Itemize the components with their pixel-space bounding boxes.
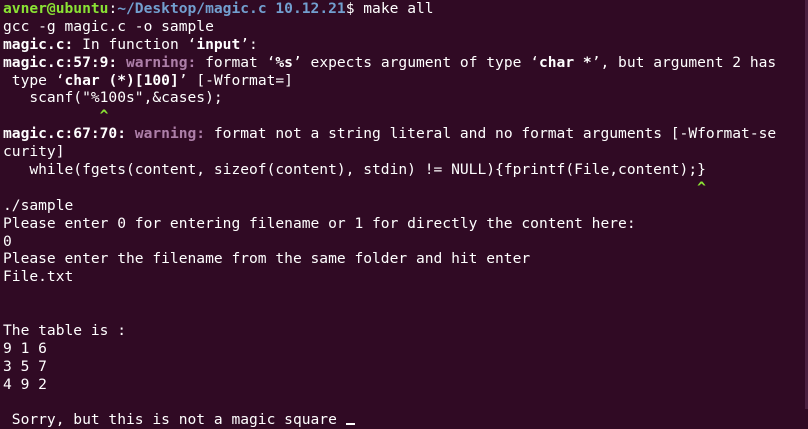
text: format ‘ [196,53,276,71]
file-ref: magic.c: [3,35,74,53]
output-line-gcc: gcc -g magic.c -o sample [3,17,214,35]
output-line-blank [3,286,808,304]
output-line-while: while(fgets(content, sizeof(content), st… [3,161,706,179]
warning-location: magic.c:67:70: [3,125,127,143]
output-line-warning-2: magic.c:67:70: warning: format not a str… [3,125,808,143]
text: ’ expects argument of type ‘ [292,53,539,71]
text: ’ [-Wformat=] [178,71,293,89]
format-spec: %s [275,53,293,71]
output-line-blank [3,304,808,322]
text: ’: [240,35,258,53]
text: format not a string literal and no forma… [205,125,777,143]
output-line-scanf: scanf("%100s",&cases); [3,89,223,107]
result-text: Sorry, but this is not a magic square [3,411,346,429]
output-line-warning-1-cont: type ‘char (*)[100]’ [-Wformat=] [3,72,808,90]
output-line-function: magic.c: In function ‘input’: [3,36,808,54]
text-cursor [345,423,355,426]
caret-marker-1: ^ [3,107,109,125]
output-line-warning-1: magic.c:57:9: warning: format ‘%s’ expec… [3,54,808,72]
output-line-warning-2-cont: curity] [3,143,65,161]
prompt-command: make all [363,0,434,17]
prompt-user: avner@ubuntu [3,0,109,17]
warning-location: magic.c:57:9: [3,53,118,71]
prompt-line: avner@ubuntu:~/Desktop/magic.c 10.12.21$… [3,0,808,18]
output-line-run: ./sample [3,196,74,214]
prompt-symbol: $ [345,0,364,17]
prompt-path: ~/Desktop/magic.c 10.12.21 [117,0,346,17]
type-name: char * [538,53,592,71]
prompt-separator: : [108,0,118,17]
table-row: 3 5 7 [3,357,47,375]
output-line-choice: 0 [3,232,12,250]
type-name: char (*)[100] [64,71,179,89]
output-line-prompt-choice: Please enter 0 for entering filename or … [3,214,636,232]
warning-label: warning: [117,53,197,71]
output-line-filename: File.txt [3,268,74,286]
text: ’, but argument 2 has [591,53,777,71]
output-line-table-title: The table is : [3,322,127,340]
output-line-result: Sorry, but this is not a magic square [3,411,808,429]
terminal-window[interactable]: avner@ubuntu:~/Desktop/magic.c 10.12.21$… [0,0,808,428]
caret-marker-2: ^ [3,178,706,196]
function-name: input [196,35,241,53]
table-row: 9 1 6 [3,339,47,357]
table-row: 4 9 2 [3,375,47,393]
output-line-prompt-filename: Please enter the filename from the same … [3,250,531,268]
text: In function ‘ [73,35,197,53]
warning-label: warning: [126,125,206,143]
text: type ‘ [3,71,65,89]
